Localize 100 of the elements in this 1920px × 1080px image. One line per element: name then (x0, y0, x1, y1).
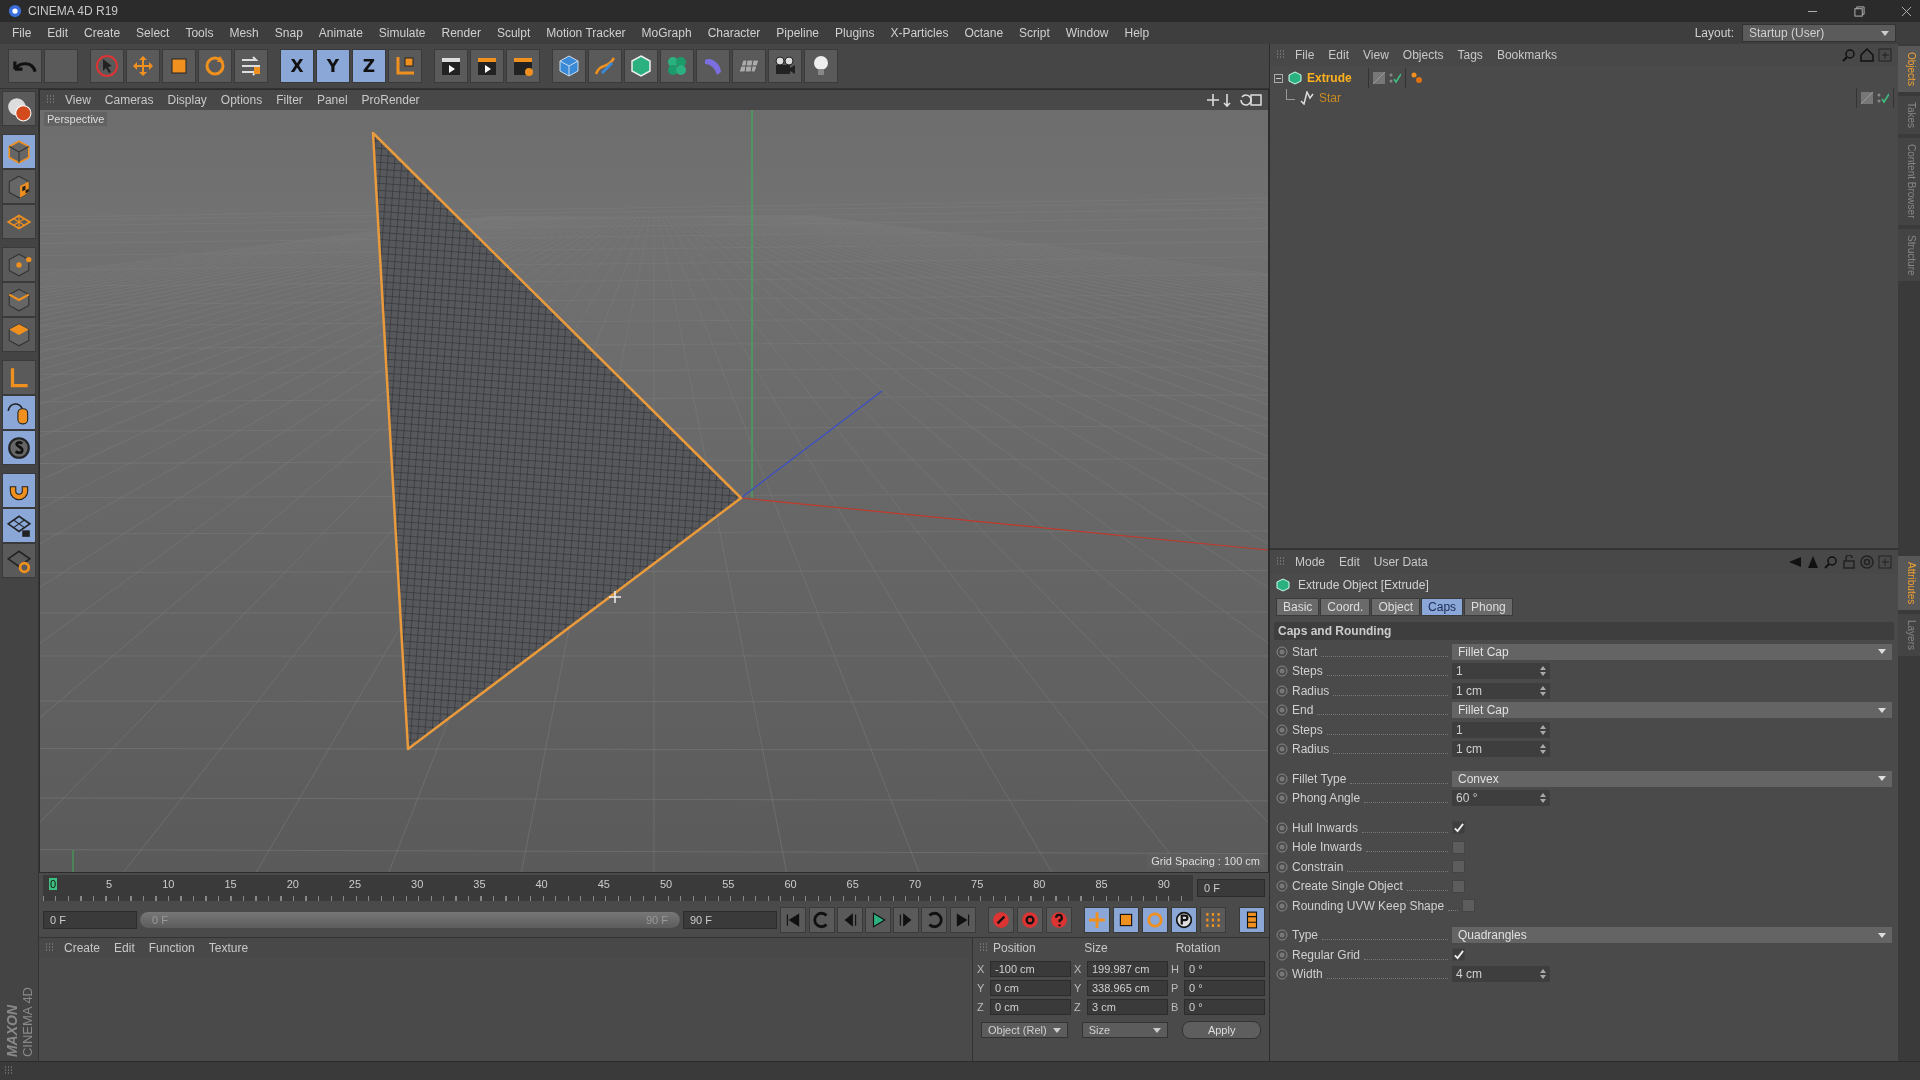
point-level-button[interactable] (1200, 907, 1226, 933)
number-field[interactable]: 1 cm (1452, 741, 1550, 758)
menu-item[interactable]: Mesh (221, 26, 267, 40)
mode-button[interactable] (2, 473, 36, 508)
rotation-field[interactable]: 0 ° (1184, 961, 1265, 977)
dropdown-field[interactable]: Quadrangles (1452, 927, 1892, 944)
menu-item[interactable]: Edit (39, 26, 77, 40)
viewport-menu-item[interactable]: Panel (311, 93, 353, 107)
start-frame-field[interactable]: 0 F (43, 911, 137, 929)
menu-item[interactable]: Snap (266, 26, 311, 40)
restore-icon[interactable] (1854, 5, 1865, 17)
mode-button[interactable] (2, 430, 36, 465)
home-icon[interactable] (1860, 48, 1874, 62)
size-field[interactable]: 338.965 cm (1087, 980, 1168, 996)
menu-item[interactable]: X-Particles (882, 26, 957, 40)
menu-item[interactable]: Motion Tracker (538, 26, 634, 40)
object-menu-item[interactable]: View (1358, 48, 1394, 62)
object-name[interactable]: Extrude (1307, 71, 1363, 85)
mode-button[interactable] (2, 508, 36, 543)
mode-button[interactable] (2, 543, 36, 578)
dropdown-field[interactable]: Convex (1452, 770, 1892, 787)
viewport-menu-item[interactable]: View (60, 93, 96, 107)
undo-button[interactable] (8, 49, 42, 83)
tree-toggle-icon[interactable] (1274, 73, 1283, 83)
menu-item[interactable]: Simulate (370, 26, 434, 40)
viewport-navigation-icon[interactable] (1206, 93, 1262, 107)
back-arrow-icon[interactable] (1788, 555, 1802, 569)
tool-button[interactable] (470, 49, 504, 83)
mode-button[interactable] (2, 282, 36, 317)
viewport-menu-item[interactable]: Options (215, 93, 268, 107)
mode-button[interactable] (2, 395, 36, 430)
animation-radio-icon[interactable] (1276, 860, 1288, 873)
viewport-menu-item[interactable]: ProRender (356, 93, 425, 107)
menu-item[interactable]: Pipeline (768, 26, 828, 40)
material-menu-item[interactable]: Create (59, 941, 106, 955)
current-frame-field[interactable]: 0 F (1197, 879, 1265, 897)
attribute-tab[interactable]: Basic (1276, 598, 1320, 616)
tool-button[interactable] (234, 49, 268, 83)
tool-button[interactable] (768, 49, 802, 83)
dropdown-field[interactable]: Fillet Cap (1452, 702, 1892, 719)
autokey-button[interactable] (1017, 907, 1043, 933)
viewport-menu-item[interactable]: Display (162, 93, 212, 107)
visibility-check-icon[interactable] (1389, 72, 1401, 84)
number-field[interactable]: 1 cm (1452, 682, 1550, 699)
attributes-menu-item[interactable]: Mode (1290, 555, 1331, 569)
attributes-menu-item[interactable]: User Data (1368, 555, 1433, 569)
go-to-start-button[interactable] (780, 907, 806, 933)
menu-item[interactable]: Window (1057, 26, 1117, 40)
tool-button[interactable] (552, 49, 586, 83)
position-field[interactable]: 0 cm (990, 980, 1071, 996)
play-button[interactable] (865, 907, 891, 933)
next-key-button[interactable] (921, 907, 947, 933)
animation-radio-icon[interactable] (1276, 929, 1288, 942)
object-menu-item[interactable]: File (1290, 48, 1320, 62)
menu-item[interactable]: Octane (956, 26, 1012, 40)
position-field[interactable]: 0 cm (990, 999, 1071, 1015)
tool-button[interactable] (506, 49, 540, 83)
checkbox[interactable] (1452, 860, 1465, 874)
rotation-field[interactable]: 0 ° (1184, 980, 1265, 996)
menu-item[interactable]: Select (128, 26, 178, 40)
layout-dropdown[interactable]: Startup (User) (1742, 24, 1896, 42)
phong-tag-icon[interactable] (1411, 72, 1423, 84)
timeline-button[interactable] (1239, 907, 1265, 933)
animation-radio-icon[interactable] (1276, 665, 1288, 678)
checkbox[interactable] (1452, 821, 1465, 835)
search-icon[interactable] (1824, 555, 1838, 569)
menu-item[interactable]: Character (699, 26, 769, 40)
checkbox[interactable] (1452, 948, 1465, 962)
animation-radio-icon[interactable] (1276, 968, 1288, 981)
animation-radio-icon[interactable] (1276, 821, 1288, 834)
menu-item[interactable]: Animate (310, 26, 371, 40)
position-key-button[interactable] (1084, 907, 1110, 933)
object-menu-item[interactable]: Edit (1323, 48, 1355, 62)
dropdown-field[interactable]: Fillet Cap (1452, 643, 1892, 660)
go-to-end-button[interactable] (950, 907, 976, 933)
parameter-key-button[interactable] (1171, 907, 1197, 933)
menu-item[interactable]: Create (76, 26, 129, 40)
tool-button[interactable] (732, 49, 766, 83)
animation-radio-icon[interactable] (1276, 645, 1288, 658)
menu-item[interactable]: MoGraph (633, 26, 700, 40)
mode-button[interactable] (2, 204, 36, 239)
search-icon[interactable] (1842, 48, 1856, 62)
animation-radio-icon[interactable] (1276, 948, 1288, 961)
animation-radio-icon[interactable] (1276, 772, 1288, 785)
animation-radio-icon[interactable] (1276, 841, 1288, 854)
number-field[interactable]: 1 (1452, 721, 1550, 738)
material-menu-item[interactable]: Texture (203, 941, 254, 955)
axis-lock-button[interactable]: X (280, 49, 314, 83)
number-field[interactable]: 60 ° (1452, 790, 1550, 807)
menu-item[interactable]: Render (433, 26, 489, 40)
viewport-menu-item[interactable]: Cameras (99, 93, 159, 107)
attribute-tab[interactable]: Caps (1421, 598, 1464, 616)
coordinate-mode-dropdown[interactable]: Object (Rel) (981, 1022, 1068, 1038)
size-mode-dropdown[interactable]: Size (1081, 1022, 1169, 1038)
number-field[interactable]: 4 cm (1452, 966, 1550, 983)
animation-radio-icon[interactable] (1276, 880, 1288, 893)
visibility-check-icon[interactable] (1877, 92, 1889, 104)
mode-button[interactable] (2, 91, 36, 126)
side-tab[interactable]: Objects (1898, 46, 1920, 92)
tool-button[interactable] (624, 49, 658, 83)
